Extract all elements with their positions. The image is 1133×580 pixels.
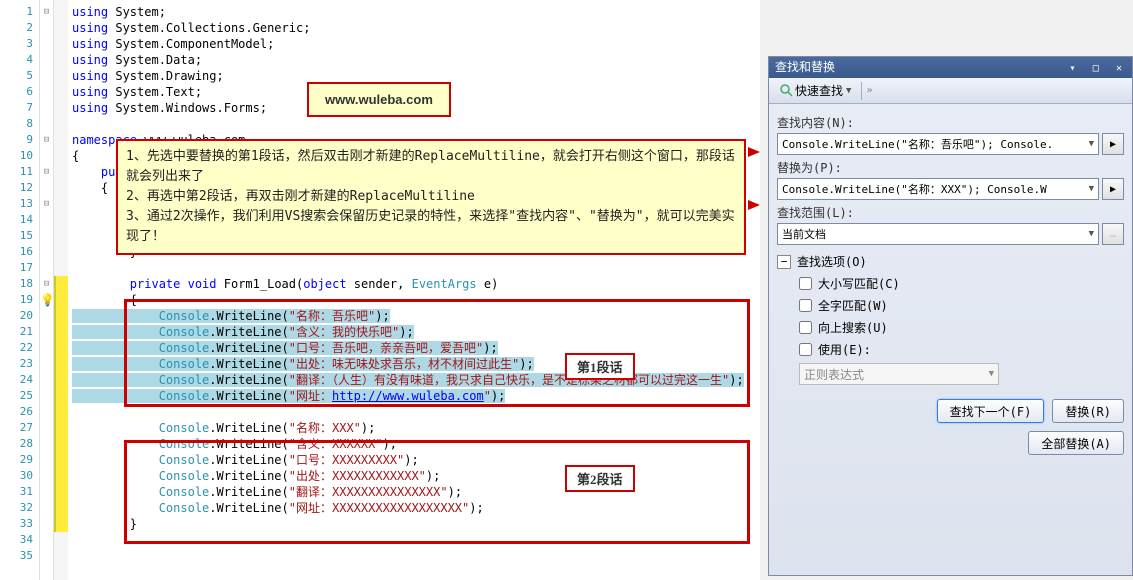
search-up-checkbox[interactable]	[799, 321, 812, 334]
use-regex-checkbox[interactable]	[799, 343, 812, 356]
instruction-callout: 1、先选中要替换的第1段话，然后双击刚才新建的ReplaceMultiline，…	[116, 139, 746, 255]
find-next-button[interactable]: 查找下一个(F)	[937, 399, 1045, 423]
toolbar-extra: »	[866, 85, 872, 96]
close-icon[interactable]: ✕	[1112, 62, 1126, 76]
panel-titlebar[interactable]: 查找和替换 ▾ □ ✕	[769, 57, 1132, 78]
replace-expression-button[interactable]: ▶	[1102, 178, 1124, 200]
fold-toggle[interactable]: ⊟	[40, 4, 53, 20]
arrow-icon	[748, 200, 760, 210]
code-line[interactable]	[72, 260, 760, 276]
segment-2-label: 第2段话	[565, 465, 635, 492]
find-replace-panel: 查找和替换 ▾ □ ✕ 快速查找 ▼ » 查找内容(N): Console.Wr…	[768, 56, 1133, 576]
replace-with-label: 替换为(P):	[777, 159, 1124, 176]
search-up-option[interactable]: 向上搜索(U)	[799, 319, 1124, 336]
code-line[interactable]: Console.WriteLine("名称：XXX");	[72, 420, 760, 436]
maximize-icon[interactable]: □	[1089, 62, 1103, 76]
match-case-option[interactable]: 大小写匹配(C)	[799, 275, 1124, 292]
find-what-input[interactable]: Console.WriteLine("名称：吾乐吧"); Console. ▼	[777, 133, 1099, 155]
chevron-down-icon[interactable]: ▼	[1085, 229, 1094, 239]
line-number-gutter: 1234567891011121314151617181920212223242…	[0, 0, 40, 580]
segment-1-box	[124, 299, 750, 407]
change-margin	[54, 0, 68, 580]
fold-column[interactable]: ⊟ ⊟ ⊟ ⊟ ⊟	[40, 0, 54, 580]
regex-mode-value: 正则表达式	[804, 366, 864, 383]
chevron-down-icon: ▼	[846, 86, 851, 96]
replace-with-input[interactable]: Console.WriteLine("名称：XXX"); Console.W ▼	[777, 178, 1099, 200]
quick-find-button[interactable]: 快速查找 ▼	[773, 80, 857, 101]
segment-1-label: 第1段话	[565, 353, 635, 380]
find-options-label: 查找选项(O)	[797, 253, 867, 270]
chevron-down-icon[interactable]: ▼	[1085, 139, 1094, 149]
find-expression-button[interactable]: ▶	[1102, 133, 1124, 155]
segment-2-box	[124, 440, 750, 544]
code-line[interactable]: using System.Collections.Generic;	[72, 20, 760, 36]
use-regex-option[interactable]: 使用(E):	[799, 341, 1124, 358]
match-case-checkbox[interactable]	[799, 277, 812, 290]
quick-find-label: 快速查找	[795, 82, 843, 99]
whole-word-checkbox[interactable]	[799, 299, 812, 312]
replace-button[interactable]: 替换(R)	[1052, 399, 1124, 423]
panel-toolbar: 快速查找 ▼ »	[769, 78, 1132, 104]
code-line[interactable]: using System.ComponentModel;	[72, 36, 760, 52]
code-line[interactable]: using System.Data;	[72, 52, 760, 68]
fold-toggle[interactable]: ⊟	[40, 276, 53, 292]
look-in-browse-button[interactable]: …	[1102, 223, 1124, 245]
replace-all-button[interactable]: 全部替换(A)	[1028, 431, 1124, 455]
separator	[861, 82, 862, 100]
code-line[interactable]: using System;	[72, 4, 760, 20]
regex-mode-select: 正则表达式 ▼	[799, 363, 999, 385]
lightbulb-icon[interactable]: 💡	[40, 293, 55, 307]
find-what-label: 查找内容(N):	[777, 114, 1124, 131]
instruction-line: 1、先选中要替换的第1段话，然后双击刚才新建的ReplaceMultiline，…	[126, 147, 736, 187]
search-icon	[779, 83, 795, 99]
whole-word-option[interactable]: 全字匹配(W)	[799, 297, 1124, 314]
code-line[interactable]	[72, 548, 760, 564]
panel-title-text: 查找和替换	[775, 57, 835, 78]
options-collapse-button[interactable]: −	[777, 255, 791, 269]
look-in-value: 当前文档	[782, 226, 826, 242]
code-line[interactable]	[72, 116, 760, 132]
arrow-icon	[748, 147, 760, 157]
find-what-value: Console.WriteLine("名称：吾乐吧"); Console.	[782, 136, 1053, 152]
look-in-select[interactable]: 当前文档 ▼	[777, 223, 1099, 245]
look-in-label: 查找范围(L):	[777, 204, 1124, 221]
fold-toggle[interactable]: ⊟	[40, 196, 53, 212]
replace-with-value: Console.WriteLine("名称：XXX"); Console.W	[782, 181, 1047, 197]
instruction-line: 3、通过2次操作，我们利用VS搜索会保留历史记录的特性，来选择"查找内容"、"替…	[126, 207, 736, 247]
code-line[interactable]: private void Form1_Load(object sender, E…	[72, 276, 760, 292]
chevron-down-icon: ▼	[989, 369, 994, 379]
fold-toggle[interactable]: ⊟	[40, 164, 53, 180]
dropdown-icon[interactable]: ▾	[1066, 62, 1080, 76]
instruction-line: 2、再选中第2段话，再双击刚才新建的ReplaceMultiline	[126, 187, 736, 207]
chevron-down-icon[interactable]: ▼	[1085, 184, 1094, 194]
url-callout: www.wuleba.com	[307, 82, 451, 117]
fold-toggle[interactable]: ⊟	[40, 132, 53, 148]
